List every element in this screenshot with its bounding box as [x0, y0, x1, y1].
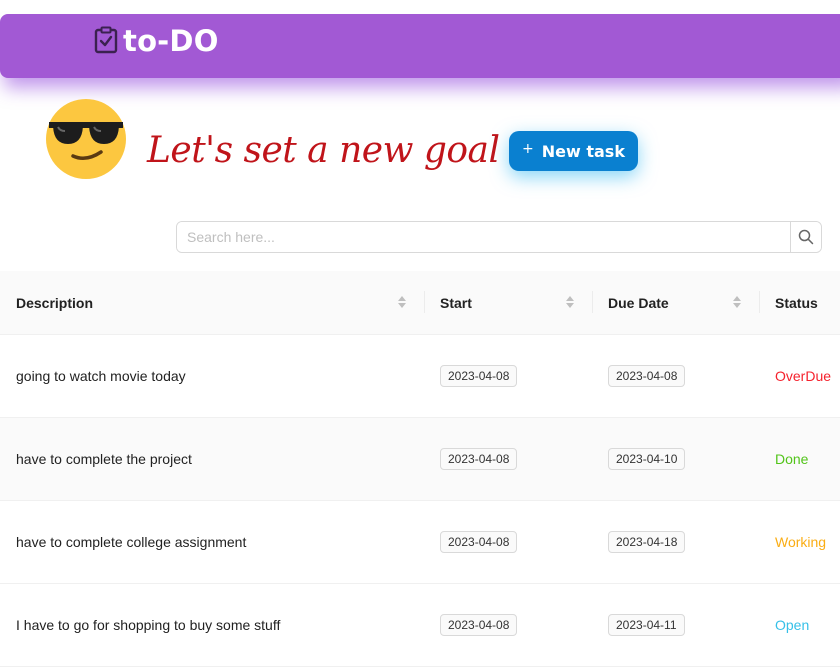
- task-description: have to complete college assignment: [16, 534, 247, 550]
- column-divider: [592, 291, 593, 313]
- sort-icon[interactable]: [565, 295, 575, 309]
- sort-icon[interactable]: [397, 295, 407, 309]
- due-date-tag: 2023-04-10: [608, 448, 686, 470]
- due-date-tag: 2023-04-18: [608, 531, 686, 553]
- column-header-due-date[interactable]: Due Date: [608, 271, 669, 334]
- search-icon: [798, 229, 814, 245]
- sort-icon[interactable]: [732, 295, 742, 309]
- column-divider: [424, 291, 425, 313]
- status-text: Working: [775, 534, 827, 550]
- new-task-button[interactable]: + New task: [509, 131, 638, 171]
- column-header-start[interactable]: Start: [440, 271, 472, 334]
- table-row[interactable]: have to complete college assignment 2023…: [0, 501, 840, 584]
- start-date-tag: 2023-04-08: [440, 614, 518, 636]
- start-date-tag: 2023-04-08: [440, 531, 518, 553]
- search-input[interactable]: [177, 222, 790, 252]
- smiling-face-with-sunglasses-icon: [46, 99, 126, 179]
- column-header-description[interactable]: Description: [16, 271, 93, 334]
- task-description: have to complete the project: [16, 451, 192, 467]
- clipboard-check-icon: [94, 26, 118, 54]
- due-date-tag: 2023-04-08: [608, 365, 686, 387]
- start-date-tag: 2023-04-08: [440, 448, 518, 470]
- search-bar: [176, 221, 822, 253]
- table-row[interactable]: I have to go for shopping to buy some st…: [0, 584, 840, 667]
- brand[interactable]: to-DO: [93, 24, 219, 58]
- table-row[interactable]: have to complete the project 2023-04-08 …: [0, 418, 840, 501]
- app-title: to-DO: [123, 24, 219, 58]
- status-text: OverDue: [775, 368, 832, 384]
- task-table: Description Start Due Date Status going …: [0, 271, 840, 667]
- task-description: going to watch movie today: [16, 368, 186, 384]
- search-button[interactable]: [790, 222, 821, 252]
- status-text: Done: [775, 451, 809, 467]
- page-headline: Let's set a new goal: [147, 130, 500, 171]
- start-date-tag: 2023-04-08: [440, 365, 518, 387]
- table-header: Description Start Due Date Status: [0, 271, 840, 335]
- table-row[interactable]: going to watch movie today 2023-04-08 20…: [0, 335, 840, 418]
- column-divider: [759, 291, 760, 313]
- plus-icon: +: [522, 141, 534, 157]
- due-date-tag: 2023-04-11: [608, 614, 685, 636]
- top-navbar: to-DO: [0, 14, 840, 78]
- column-header-status: Status: [775, 294, 818, 311]
- new-task-label: New task: [541, 141, 625, 161]
